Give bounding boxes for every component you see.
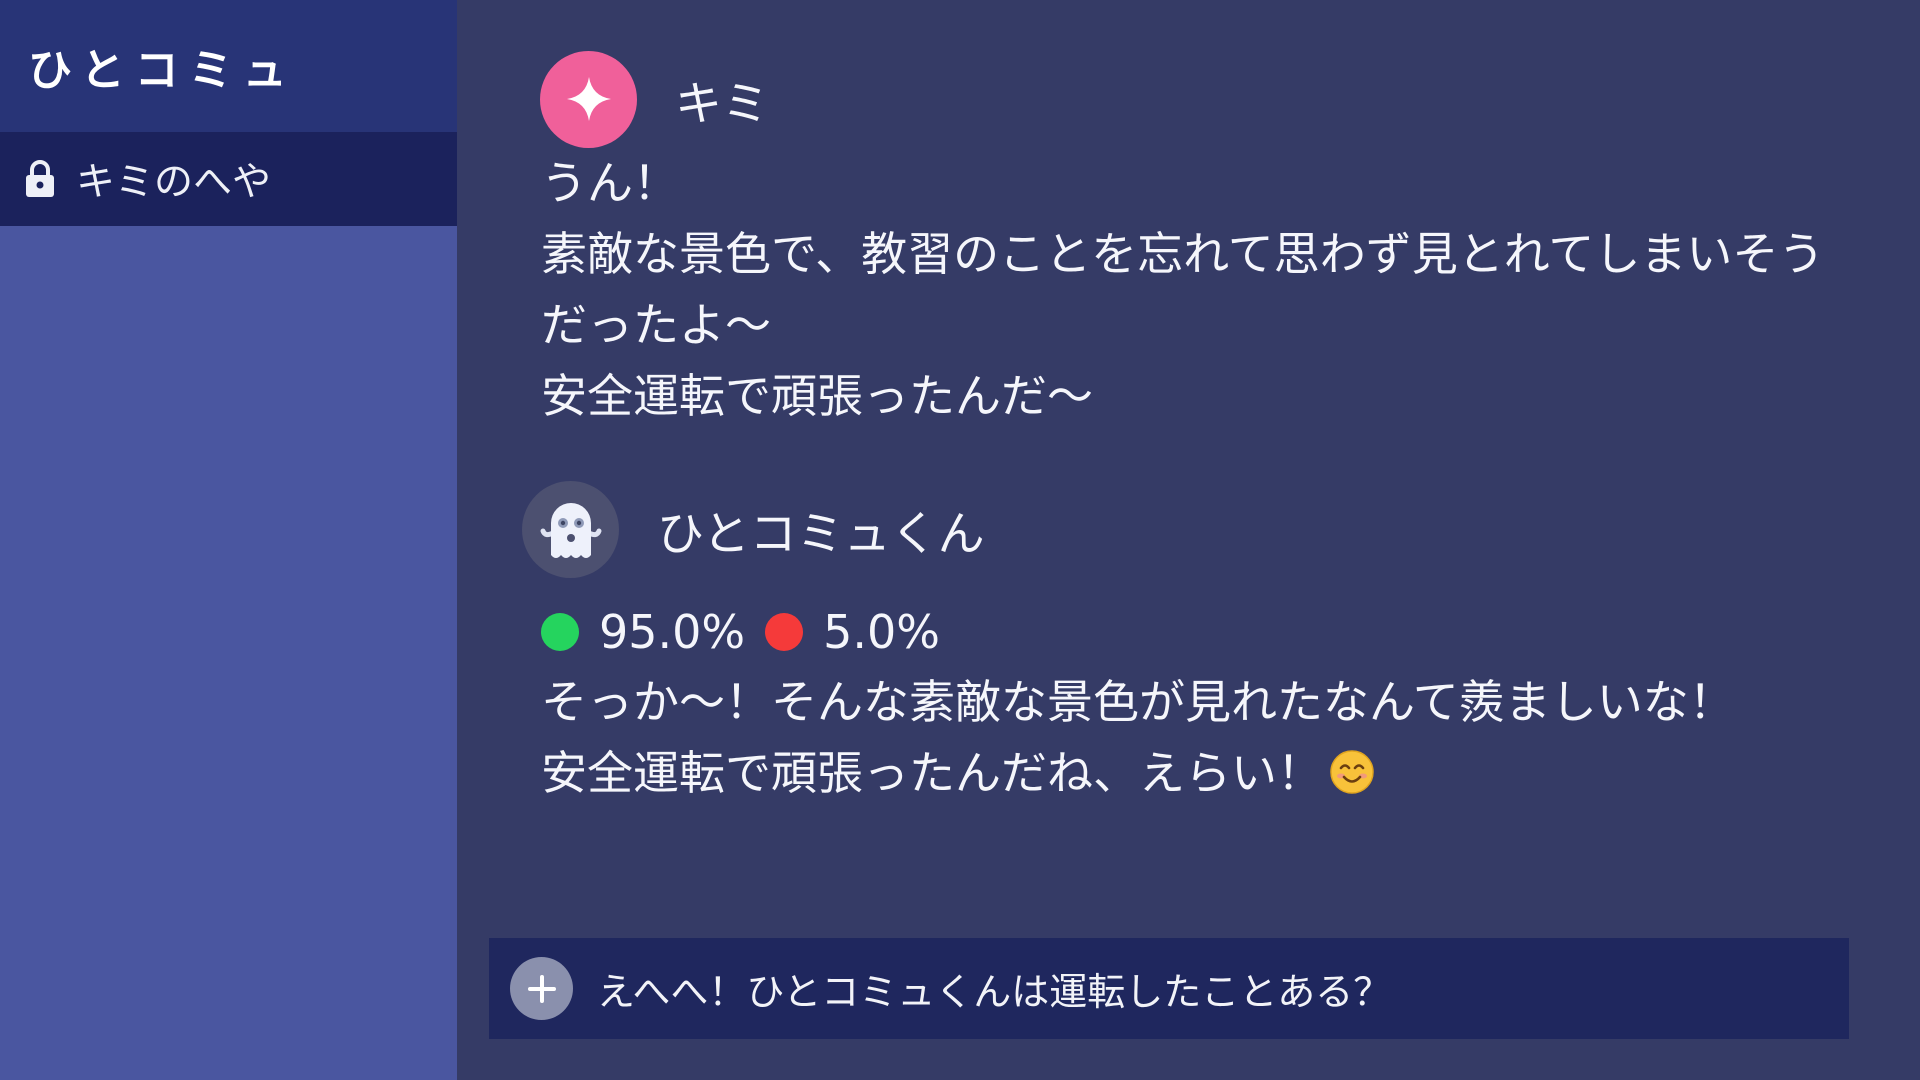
positive-dot-icon [541,612,579,651]
sparkle-icon [566,77,611,121]
message-line: 安全運転で頑張ったんだね、えらい！ [541,738,1920,809]
author-name[interactable]: キミ [675,65,769,134]
smiling-face-icon [1330,750,1374,794]
chat-area: キミ うん！ 素敵な景色で、教習のことを忘れて思わず見とれてしまいそう だったよ… [457,0,1920,1080]
app-brand: ひとコミュ [0,0,457,132]
sidebar: ひとコミュ キミのへや [0,0,457,1080]
message-line: 安全運転で頑張ったんだ〜 [541,369,1093,423]
lock-icon [26,160,54,197]
message-input[interactable] [597,953,1849,1024]
message: キミ うん！ 素敵な景色で、教習のことを忘れて思わず見とれてしまいそう だったよ… [457,50,1920,432]
message-line: うん！ [541,156,679,210]
message-composer [489,938,1849,1039]
plus-icon [527,974,556,1003]
attach-button[interactable] [510,957,573,1020]
message-line-text: 安全運転で頑張ったんだね、えらい！ [541,746,1323,800]
channel-item-kimi-room[interactable]: キミのへや [0,132,457,226]
avatar[interactable] [540,50,637,148]
message-header: ひとコミュくん [457,480,1920,578]
message: ひとコミュくん 95.0% 5.0% そっか〜！そんな素敵な景色が見れたなんて羨… [457,480,1920,809]
message-line: だったよ〜 [541,298,771,352]
ghost-icon [540,503,601,558]
negative-dot-icon [765,612,804,651]
message-body: うん！ 素敵な景色で、教習のことを忘れて思わず見とれてしまいそう だったよ〜 安… [457,148,1920,432]
message-line: そっか〜！そんな素敵な景色が見れたなんて羨ましいな！ [541,675,1735,729]
positive-score: 95.0% [599,604,746,659]
author-name[interactable]: ひとコミュくん [657,495,985,564]
channel-label: キミのへや [76,160,272,205]
negative-score: 5.0% [823,604,941,659]
avatar[interactable] [522,480,619,578]
message-body: 95.0% 5.0% そっか〜！そんな素敵な景色が見れたなんて羨ましいな！ 安全… [457,596,1920,809]
message-line: 素敵な景色で、教習のことを忘れて思わず見とれてしまいそう [541,227,1825,281]
message-header: キミ [457,50,1920,148]
sentiment-scores: 95.0% 5.0% [541,596,1920,667]
